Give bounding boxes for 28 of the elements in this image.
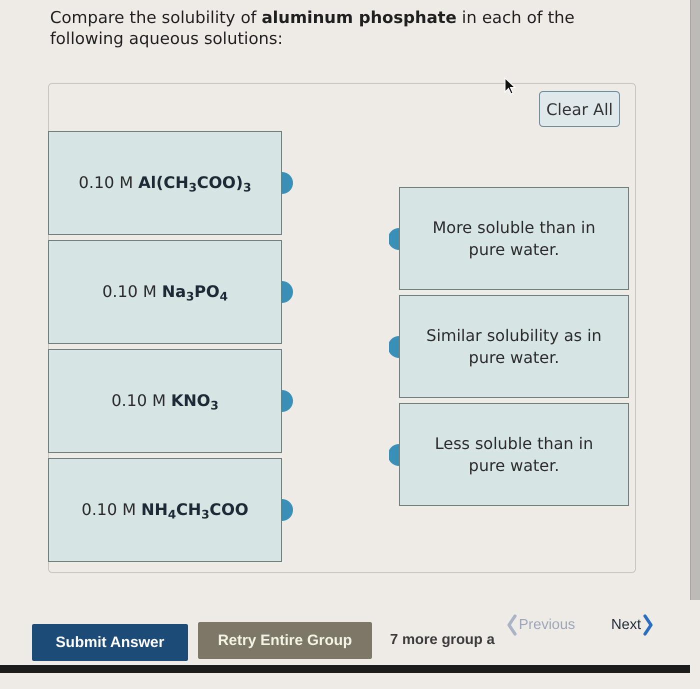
clear-all-button[interactable]: Clear All	[539, 91, 620, 127]
half-circle-connector-icon[interactable]	[389, 444, 399, 466]
retry-entire-group-button[interactable]: Retry Entire Group	[198, 622, 372, 659]
half-circle-connector-icon[interactable]	[389, 228, 399, 250]
category-card[interactable]: Less soluble than in pure water.	[399, 403, 629, 506]
solution-card[interactable]: 0.10 M KNO$_{3}$	[48, 349, 282, 453]
solution-card[interactable]: 0.10 M NH$_{4}$CH$_{3}$COO	[48, 458, 282, 562]
solution-card[interactable]: 0.10 M Na$_{3}$PO$_{4}$	[48, 240, 282, 344]
chevron-left-icon	[506, 614, 517, 636]
category-card[interactable]: Similar solubility as in pure water.	[399, 295, 629, 398]
scrollbar[interactable]	[690, 0, 700, 600]
solution-label: 0.10 M NH$_{4}$CH$_{3}$COO	[82, 499, 248, 521]
half-circle-connector-icon[interactable]	[282, 499, 293, 521]
solution-label: 0.10 M Al(CH$_{3}$COO)$_{3}$	[78, 172, 252, 194]
half-circle-connector-icon[interactable]	[282, 390, 293, 412]
submit-answer-button[interactable]: Submit Answer	[32, 624, 188, 661]
solution-label: 0.10 M Na$_{3}$PO$_{4}$	[102, 281, 228, 303]
half-circle-connector-icon[interactable]	[282, 172, 293, 194]
half-circle-connector-icon[interactable]	[389, 336, 399, 358]
chevron-right-icon	[643, 614, 653, 636]
solution-card[interactable]: 0.10 M Al(CH$_{3}$COO)$_{3}$	[48, 131, 282, 235]
arrow-cursor-icon	[504, 77, 516, 95]
category-card[interactable]: More soluble than in pure water.	[399, 187, 629, 290]
next-button[interactable]: Next	[611, 614, 653, 636]
more-groups-text: 7 more group a	[390, 632, 495, 648]
solution-label: 0.10 M KNO$_{3}$	[111, 390, 219, 412]
question-text: Compare the solubility of aluminum phosphate in each of the following aqueous solutions:	[50, 7, 576, 49]
half-circle-connector-icon[interactable]	[282, 281, 293, 303]
